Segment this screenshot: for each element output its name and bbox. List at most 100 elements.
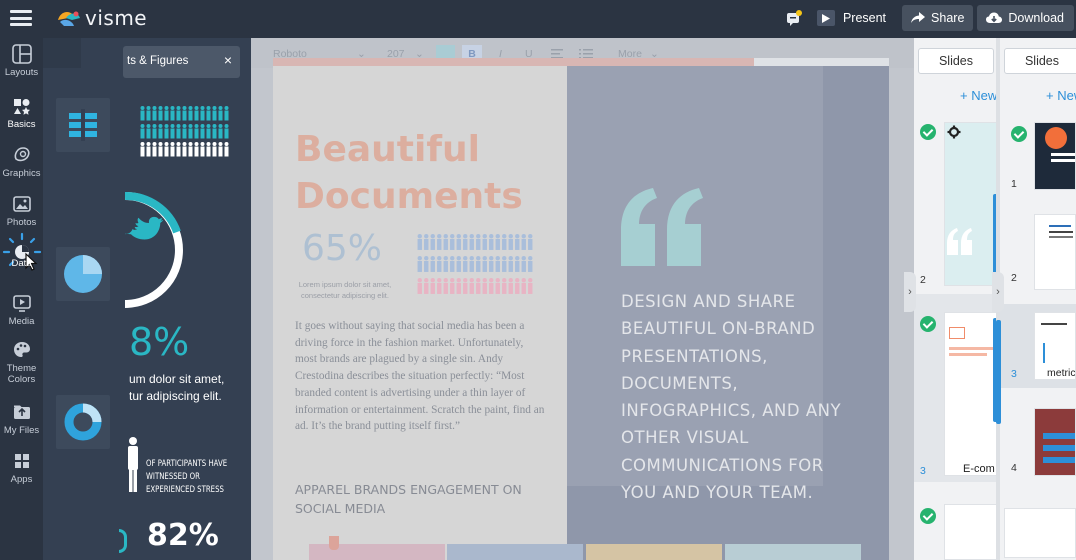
slide-thumb-line [1041,323,1067,325]
gear-icon[interactable] [947,125,961,139]
logo-text: visme [85,6,148,30]
new-slide-link[interactable]: + New [960,88,997,103]
slide-check-icon [920,124,936,140]
share-button[interactable]: Share [902,5,974,31]
slide-thumbnail-5[interactable] [1004,508,1076,558]
slide-thumbnail-4[interactable] [944,504,998,560]
person-figure [176,142,181,157]
slide-thumbnail-4[interactable] [1034,408,1076,476]
slide-thumbnail-3[interactable]: metric [1034,312,1076,380]
person-figure [450,256,455,272]
person-figure [502,256,507,272]
editor-canvas[interactable]: Roboto ⌄ 207 ⌄ B I U More ⌄ Beautiful Do… [251,38,914,560]
person-figure [194,124,199,139]
panel-stat-line-3: EXPERIENCED STRESS [146,485,224,495]
person-figure [417,234,422,250]
rail-item-apps[interactable]: Apps [0,451,43,485]
slides-tab[interactable]: Slides [918,48,994,74]
person-figure [200,124,205,139]
person-figure [152,142,157,157]
slide-check-icon [1011,126,1027,142]
figure-thumbnail-donut[interactable] [56,395,110,449]
close-panel-icon[interactable]: × [224,52,232,68]
person-figure [443,234,448,250]
rail-item-media[interactable]: Media [0,293,43,327]
person-figure [463,278,468,294]
person-figure [430,278,435,294]
cloud-download-icon [986,12,1003,23]
person-figure [508,256,513,272]
document-caption[interactable]: Lorem ipsum dolor sit amet, consectetur … [297,279,393,301]
person-figure [206,106,211,121]
play-icon [816,10,835,26]
app-logo[interactable]: visme [56,6,147,30]
slide-thumb-line [1049,236,1073,238]
comments-icon[interactable] [785,9,803,27]
slide-check-icon [920,316,936,332]
person-figure [212,124,217,139]
pie-chart-icon [64,255,102,293]
top-actions: Present Share Download [785,4,1076,32]
color-card-tan[interactable] [586,544,722,560]
person-figure [170,124,175,139]
color-card-blue[interactable] [447,544,583,560]
document-title[interactable]: Beautiful Documents [295,126,523,220]
person-figure [528,256,533,272]
person-figure [456,256,461,272]
person-figure [140,142,145,157]
document-section-heading[interactable]: APPAREL BRANDS ENGAGEMENT ON SOCIAL MEDI… [295,480,535,518]
person-figure [140,106,145,121]
person-figure [206,124,211,139]
rail-item-theme-colors[interactable]: Theme Colors [0,340,43,385]
new-slide-link[interactable]: + New [1046,88,1076,103]
people-chart-graphic[interactable] [417,234,535,304]
rail-label-graphics: Graphics [2,168,41,179]
person-figure [188,124,193,139]
twitter-ring-graphic[interactable] [125,188,205,310]
slide-thumbnail-2[interactable] [1034,214,1076,290]
person-figure [158,142,163,157]
document-percent[interactable]: 65% [302,228,382,269]
rail-label-theme-colors: Theme Colors [6,363,37,385]
collapse-panel-icon[interactable]: › [992,272,1004,312]
slide-thumbnail-3[interactable]: E-com [944,312,998,476]
person-figure [463,234,468,250]
people-grid-graphic[interactable] [140,106,232,160]
rail-item-graphics[interactable]: Graphics [0,145,43,179]
panel-preview-text-1: um dolor sit amet, [129,372,225,386]
person-figure [450,278,455,294]
person-figure [152,124,157,139]
panel-preview-text-2: tur adipiscing elit. [129,389,222,403]
slides-tab[interactable]: Slides [1004,48,1076,74]
download-button[interactable]: Download [977,5,1074,31]
rail-item-my-files[interactable]: My Files [0,402,43,436]
person-figure [495,234,500,250]
collapse-panel-icon[interactable]: › [904,272,916,312]
quote-mark-icon [621,188,703,266]
rail-item-photos[interactable]: Photos [0,194,43,228]
person-figure [508,278,513,294]
person-figure [182,106,187,121]
panel-preview-percent-2: 82% [147,518,219,553]
basics-icon [13,99,30,115]
color-card-teal[interactable] [725,544,861,560]
rail-item-layouts[interactable]: Layouts [0,44,43,78]
graphics-icon [14,147,30,162]
panel-preview-percent: 8% [129,320,190,364]
rail-item-data[interactable]: Data [0,232,43,271]
figure-thumbnail-pie[interactable] [56,247,110,301]
donut-chart-icon [64,403,102,441]
slide-drag-handle[interactable] [996,320,1001,424]
slide-thumbnail-1[interactable] [1034,122,1076,190]
download-label: Download [1008,11,1064,25]
document-body-text[interactable]: It goes without saying that social media… [295,318,545,435]
figure-thumbnail-bars[interactable] [56,98,110,152]
person-figure [489,278,494,294]
person-figure [515,234,520,250]
person-figure [495,278,500,294]
slide-thumbnail-2[interactable] [944,122,998,286]
present-button[interactable]: Present [811,5,898,31]
document-quote-text[interactable]: DESIGN AND SHARE BEAUTIFUL ON-BRAND PRES… [621,288,851,506]
hamburger-menu-icon[interactable] [10,10,32,26]
rail-item-basics[interactable]: Basics [0,96,43,130]
